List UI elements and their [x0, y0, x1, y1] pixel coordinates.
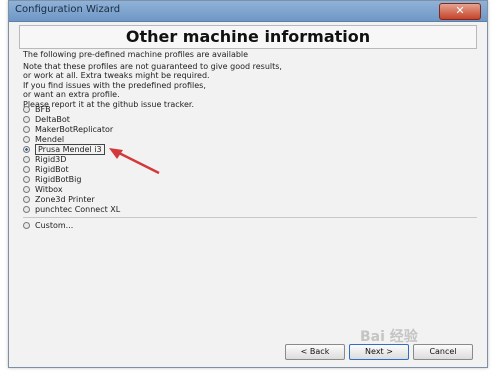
- back-button[interactable]: < Back: [285, 344, 345, 360]
- red-arrow-annotation: [109, 148, 160, 175]
- configuration-wizard-window: Configuration Wizard ✕ Other machine inf…: [8, 0, 488, 368]
- baidu-watermark: Bai 经验: [360, 329, 418, 345]
- cancel-button[interactable]: Cancel: [413, 344, 473, 360]
- next-button[interactable]: Next >: [349, 344, 409, 360]
